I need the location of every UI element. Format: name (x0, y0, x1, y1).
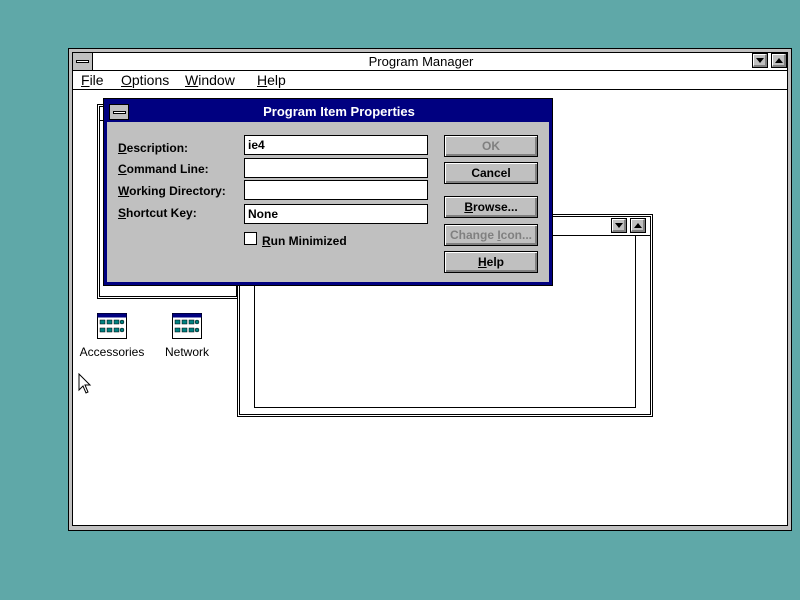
accessories-group[interactable] (97, 313, 127, 342)
menu-window[interactable]: Window (185, 72, 235, 89)
menu-help-rest: elp (267, 72, 286, 88)
minimize-button[interactable] (752, 53, 768, 68)
command-line-field[interactable] (244, 158, 428, 178)
menu-bar: File Options Window Help (72, 71, 788, 90)
menu-options-rest: ptions (131, 72, 170, 88)
run-minimized-label-rest: un Minimized (270, 234, 347, 248)
menu-file[interactable]: File (81, 72, 104, 89)
run-minimized-checkbox[interactable] (244, 232, 257, 245)
network-group[interactable] (172, 313, 202, 342)
maximize-icon (774, 57, 783, 63)
description-label: Description: (118, 141, 189, 155)
shortcut-key-label: Shortcut Key: (118, 206, 197, 220)
accessories-label[interactable]: Accessories (72, 345, 152, 359)
program-item-properties-dialog: Program Item Properties Description: ie4… (103, 98, 553, 286)
minimize-icon (755, 57, 764, 63)
description-field[interactable]: ie4 (244, 135, 428, 155)
menu-file-rest: ile (89, 72, 104, 88)
change-icon-button[interactable]: Change Icon... (444, 224, 538, 246)
cancel-button[interactable]: Cancel (444, 162, 538, 184)
working-directory-field[interactable] (244, 180, 428, 200)
help-button-rest: elp (486, 255, 504, 269)
menu-help[interactable]: Help (257, 72, 286, 89)
title-bar[interactable]: Program Manager (72, 52, 788, 71)
command-line-label-rest: ommand Line: (126, 162, 209, 176)
run-minimized-label[interactable]: Run Minimized (262, 234, 347, 248)
accessories-group-icon (97, 313, 127, 339)
system-menu-button[interactable] (72, 52, 93, 71)
network-label[interactable]: Network (147, 345, 227, 359)
ok-button[interactable]: OK (444, 135, 538, 157)
command-line-label: Command Line: (118, 162, 209, 176)
shortcut-key-label-rest: hortcut Key: (126, 206, 197, 220)
group-minimize-button[interactable] (611, 218, 627, 233)
working-directory-label: Working Directory: (118, 184, 226, 198)
dialog-system-menu-button[interactable] (109, 104, 129, 120)
dialog-title: Program Item Properties (263, 104, 415, 119)
working-directory-label-rest: orking Directory: (129, 184, 226, 198)
dialog-title-bar[interactable]: Program Item Properties (107, 102, 549, 122)
shortcut-key-field[interactable]: None (244, 204, 428, 224)
system-menu-icon (76, 60, 89, 63)
group-maximize-button[interactable] (630, 218, 646, 233)
menu-window-rest: indow (198, 72, 235, 88)
window-title: Program Manager (368, 54, 474, 69)
group-maximize-icon (633, 222, 642, 228)
mouse-pointer-icon (78, 373, 92, 394)
help-button[interactable]: Help (444, 251, 538, 273)
description-label-rest: escription: (126, 141, 189, 155)
menu-options[interactable]: Options (121, 72, 169, 89)
group-minimize-icon (614, 222, 623, 228)
change-icon-button-text: Change Icon... (449, 228, 533, 242)
network-group-icon (172, 313, 202, 339)
browse-button[interactable]: Browse... (444, 196, 538, 218)
maximize-button[interactable] (771, 53, 787, 68)
dialog-system-menu-icon (112, 110, 126, 114)
browse-button-rest: rowse... (472, 200, 518, 214)
